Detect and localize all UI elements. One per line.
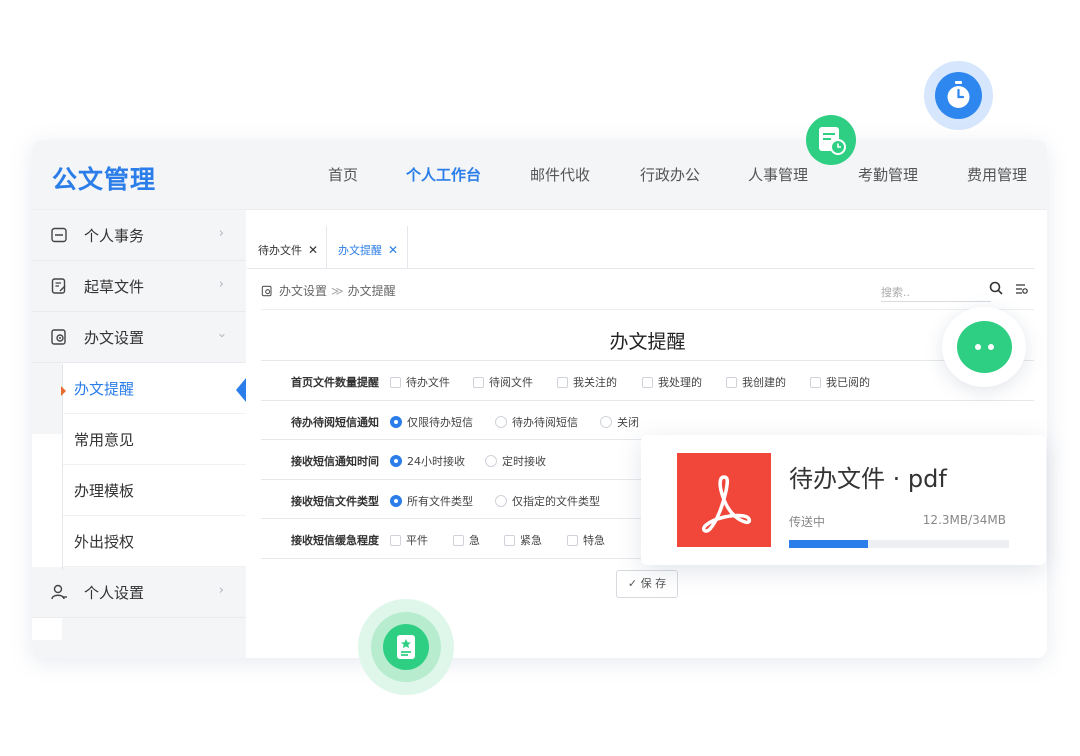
tab-label: 待办文件 [258,244,302,257]
nav-personal-workbench[interactable]: 个人工作台 [406,164,481,185]
tab-doc-reminder[interactable]: 办文提醒 ✕ [338,242,398,258]
breadcrumb-current: 办文提醒 [347,284,396,298]
tab-todo-files[interactable]: 待办文件 ✕ [258,242,318,258]
upload-filename: 待办文件 · pdf [789,465,947,493]
radio-option[interactable]: 定时接收 [485,453,546,469]
stopwatch-icon [935,72,982,119]
chevron-right-icon: › [218,226,224,241]
sidebar-item-draft-file[interactable]: 起草文件 › [32,261,246,312]
upload-progress-bar [789,540,1009,548]
nav-mail[interactable]: 邮件代收 [530,164,590,185]
breadcrumb: 办文设置 ≫ 办文提醒 [261,282,396,299]
sidebar-item-doc-settings[interactable]: 办文设置 › [32,312,246,363]
close-icon[interactable]: ✕ [308,243,318,257]
list-icon [51,227,67,243]
breadcrumb-bar: 办文设置 ≫ 办文提醒 搜索.. [261,270,1034,310]
timer-badge [924,61,993,130]
search-icon[interactable] [989,281,1003,295]
doc-star-badge [358,599,454,695]
upload-status: 传送中 [789,515,826,529]
file-upload-card: 待办文件 · pdf 传送中 12.3MB/34MB [641,435,1046,565]
radio-option-selected[interactable]: 24小时接收 [390,453,465,469]
doc-clock-badge [806,115,856,165]
chevron-right-icon: › [218,583,224,598]
acrobat-pdf-icon [677,453,771,547]
form-row-label: 接收短信文件类型 [291,494,379,508]
checkbox-option[interactable]: 我关注的 [557,374,617,390]
sidebar: 个人事务 › 起草文件 › 办文设置 › 办文提醒 常用意见 办理模板 外出授权… [32,210,246,658]
checkbox-option[interactable]: 我已阅的 [810,374,870,390]
form-title: 办文提醒 [609,331,686,353]
form-row-label: 首页文件数量提醒 [291,376,379,389]
sidebar-subitem-templates[interactable]: 办理模板 [62,465,246,516]
radio-option[interactable]: 待办待阅短信 [495,414,578,430]
sidebar-subitem-label: 外出授权 [74,533,135,551]
doc-settings-icon [51,329,66,345]
nav-hr[interactable]: 人事管理 [748,164,808,185]
radio-option[interactable]: 仅指定的文件类型 [495,493,600,509]
checkbox-option[interactable]: 我创建的 [726,374,786,390]
doc-star-icon [383,624,429,670]
nav-expense[interactable]: 费用管理 [967,164,1027,185]
sidebar-item-label: 起草文件 [84,278,145,296]
checkbox-option[interactable]: 待阅文件 [473,374,533,390]
sidebar-subitem-label: 常用意见 [74,431,135,449]
advanced-search-icon[interactable] [1015,282,1029,296]
sidebar-subitem-out-authorization[interactable]: 外出授权 [62,516,246,567]
sidebar-item-label: 个人设置 [84,584,145,602]
chevron-right-icon: › [218,277,224,292]
edit-doc-icon [51,278,66,294]
chat-bubble-icon [957,321,1012,373]
form-row-home-count: 首页文件数量提醒 待办文件 待阅文件 我关注的 我处理的 我创建的 我已阅的 [261,361,1034,401]
checkbox-option[interactable]: 平件 [390,532,428,548]
breadcrumb-root[interactable]: 办文设置 [279,284,327,298]
form-row-label: 待办待阅短信通知 [291,415,379,429]
sidebar-item-personal-affairs[interactable]: 个人事务 › [32,210,246,261]
checkbox-option[interactable]: 待办文件 [390,374,450,390]
user-icon [51,584,67,600]
active-pointer-icon [236,378,246,402]
sidebar-subitem-label: 办理模板 [74,482,135,500]
tab-divider [247,268,1034,269]
upload-size: 12.3MB/34MB [922,513,1006,527]
sidebar-subitem-doc-reminder[interactable]: 办文提醒 [62,363,246,414]
chat-badge [942,307,1026,387]
active-marker-icon [61,386,66,396]
sidebar-subitem-common-opinions[interactable]: 常用意见 [62,414,246,465]
checkbox-option[interactable]: 特急 [567,532,605,548]
nav-home[interactable]: 首页 [328,164,358,185]
checkbox-option[interactable]: 我处理的 [642,374,702,390]
sidebar-item-personal-settings[interactable]: 个人设置 › [32,567,246,618]
sidebar-subitem-label: 办文提醒 [74,380,135,398]
nav-attendance[interactable]: 考勤管理 [858,164,918,185]
tab-label: 办文提醒 [338,244,382,257]
checkbox-option[interactable]: 急 [453,532,480,548]
chevron-down-icon: › [213,332,229,339]
close-icon[interactable]: ✕ [388,243,398,257]
nav-admin-office[interactable]: 行政办公 [640,164,700,185]
sidebar-item-label: 办文设置 [84,329,145,347]
form-row-label: 接收短信通知时间 [291,455,379,468]
checkbox-option[interactable]: 紧急 [504,532,542,548]
save-button[interactable]: ✓ 保 存 [616,570,678,598]
tab-bar: 待办文件 ✕ 办文提醒 ✕ [246,210,1047,268]
doc-settings-icon [261,285,272,297]
radio-option-selected[interactable]: 所有文件类型 [390,493,473,509]
radio-option[interactable]: 关闭 [600,414,639,430]
upload-progress-fill [789,540,869,548]
search-input[interactable]: 搜索.. [881,280,991,302]
sidebar-item-label: 个人事务 [84,227,145,245]
breadcrumb-separator: ≫ [331,284,344,298]
top-bar: 公文管理 首页 个人工作台 邮件代收 行政办公 人事管理 考勤管理 费用管理 [32,140,1047,210]
radio-option-selected[interactable]: 仅限待办短信 [390,414,473,430]
form-row-label: 接收短信缓急程度 [291,534,379,547]
app-title: 公文管理 [52,165,157,194]
doc-clock-icon [819,127,846,155]
